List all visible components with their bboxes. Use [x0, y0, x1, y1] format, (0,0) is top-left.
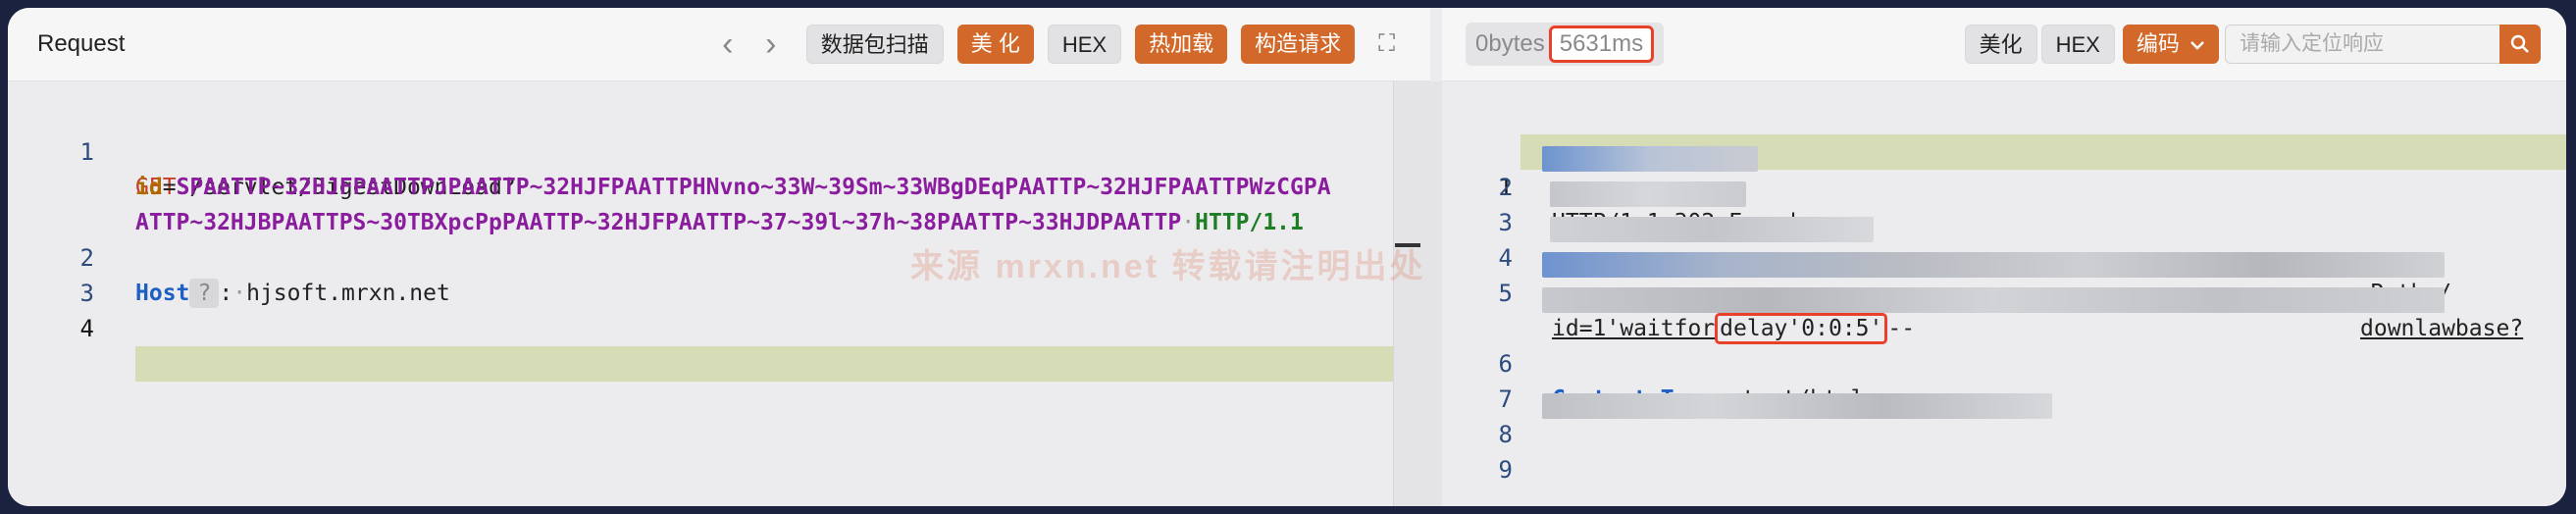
redacted-region: [1542, 287, 2445, 313]
hot-load-button[interactable]: 热加载: [1135, 25, 1228, 64]
pane-splitter[interactable]: [1393, 81, 1444, 506]
app-window: Request ‹ › 数据包扫描 美 化 HEX 热加载 构造请求 ⛶ 0by…: [8, 8, 2566, 506]
response-beautify-button[interactable]: 美化: [1964, 25, 2037, 64]
construct-request-button[interactable]: 构造请求: [1241, 25, 1356, 64]
redacted-region: [1542, 252, 2445, 278]
code-line: ATTP~32HJBPAATTPS~30TBXpcPpPAATTP~32HJFP…: [135, 210, 1304, 235]
chevron-left-icon[interactable]: ‹: [706, 25, 749, 64]
locate-response-input[interactable]: 请输入定位响应: [2225, 25, 2499, 64]
response-size: 0bytes: [1475, 30, 1545, 57]
response-toolbar: 0bytes 5631ms 美化 HEX 编码 请输入定位响应: [1442, 8, 2566, 81]
redacted-region: [1550, 217, 1874, 242]
watermark: 来源 mrxn.net 转载请注明出处: [910, 248, 1426, 285]
code-line: 1 HTTP/1.1 302 Found: [1442, 99, 2566, 235]
response-time: 5631ms: [1548, 26, 1655, 63]
response-stats: 0bytes 5631ms: [1466, 23, 1665, 66]
packet-scan-button[interactable]: 数据包扫描: [805, 25, 944, 64]
search-icon: [2510, 34, 2529, 53]
beautify-button[interactable]: 美 化: [956, 25, 1034, 64]
code-line: 1 GET·/servlet/DigestDownLoad?: [79, 138, 516, 200]
code-line: id=SPAATTP~32HJFPAATTPJPAATTP~32HJFPAATT…: [135, 175, 1331, 200]
code-line: 2 Host?:·hjsoft.mrxn.net: [79, 244, 450, 308]
request-toolbar: Request ‹ › 数据包扫描 美 化 HEX 热加载 构造请求 ⛶: [8, 8, 1430, 81]
chevron-right-icon[interactable]: ›: [749, 25, 793, 64]
encoding-dropdown[interactable]: 编码: [2122, 25, 2219, 64]
code-line: 7: [1498, 386, 1513, 413]
redacted-region: [1550, 181, 1746, 207]
code-line: 6 Content-Type:·text/html: [1498, 350, 1865, 412]
request-editor[interactable]: 1 GET·/servlet/DigestDownLoad? id=SPAATT…: [8, 81, 1393, 506]
expand-icon[interactable]: ⛶: [1378, 30, 1395, 58]
code-line: 9: [1498, 456, 1513, 484]
hex-button[interactable]: HEX: [1047, 25, 1122, 64]
encoding-label: 编码: [2136, 31, 2180, 56]
redacted-region: [1542, 393, 2052, 419]
redacted-region: [1542, 146, 1758, 172]
request-title: Request: [37, 30, 126, 57]
chevron-down-icon: [2190, 41, 2204, 50]
response-editor[interactable]: 1 HTTP/1.1 302 Found 2 3 4 Path=/ 5 down…: [1442, 81, 2566, 506]
response-hex-button[interactable]: HEX: [2040, 25, 2115, 64]
search-button[interactable]: [2499, 25, 2541, 64]
